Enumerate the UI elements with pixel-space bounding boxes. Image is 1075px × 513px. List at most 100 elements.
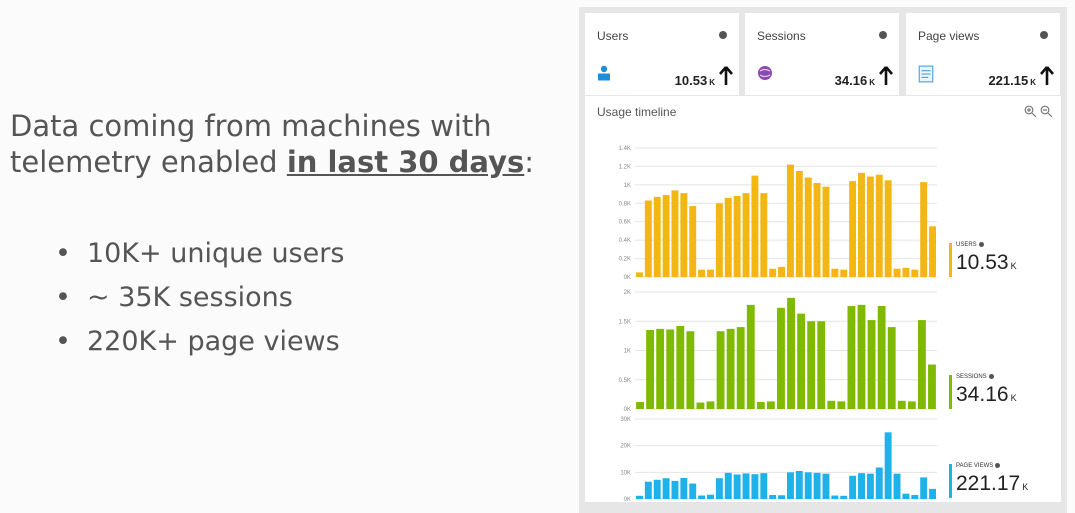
bar-users[interactable] [840, 269, 848, 277]
bar-pageviews[interactable] [840, 495, 848, 499]
bar-users[interactable] [831, 268, 839, 277]
bar-users[interactable] [822, 186, 830, 277]
bar-pageviews[interactable] [715, 478, 723, 499]
bar-sessions[interactable] [766, 401, 775, 409]
bar-users[interactable] [724, 197, 732, 277]
bar-sessions[interactable] [887, 327, 896, 409]
bar-sessions[interactable] [907, 401, 916, 409]
bar-users[interactable] [733, 195, 741, 277]
bar-sessions[interactable] [716, 331, 725, 409]
bar-users[interactable] [680, 193, 688, 277]
info-icon[interactable] [719, 31, 727, 39]
bar-pageviews[interactable] [858, 473, 865, 499]
bar-sessions[interactable] [636, 401, 644, 409]
bar-pageviews[interactable] [804, 472, 812, 499]
bar-pageviews[interactable] [795, 471, 803, 499]
bar-sessions[interactable] [736, 327, 745, 409]
info-icon[interactable] [1040, 31, 1048, 39]
bar-users[interactable] [902, 267, 910, 277]
bar-users[interactable] [875, 174, 883, 277]
info-icon[interactable] [995, 463, 1001, 468]
bar-users[interactable] [849, 181, 857, 277]
bar-pageviews[interactable] [760, 473, 768, 499]
bar-sessions[interactable] [726, 328, 735, 409]
bar-users[interactable] [804, 177, 812, 277]
bar-sessions[interactable] [656, 328, 665, 409]
bar-pageviews[interactable] [813, 472, 821, 499]
bar-users[interactable] [813, 183, 821, 277]
bar-pageviews[interactable] [778, 495, 786, 499]
bar-pageviews[interactable] [866, 473, 874, 499]
bar-users[interactable] [769, 268, 777, 277]
bar-sessions[interactable] [787, 297, 795, 409]
bar-pageviews[interactable] [644, 481, 652, 499]
bar-users[interactable] [689, 206, 697, 277]
bar-sessions[interactable] [857, 304, 866, 409]
bar-sessions[interactable] [827, 400, 836, 409]
bar-pageviews[interactable] [662, 478, 670, 499]
bar-users[interactable] [698, 269, 706, 277]
bar-sessions[interactable] [676, 325, 685, 409]
bar-sessions[interactable] [756, 401, 765, 409]
bar-pageviews[interactable] [769, 495, 777, 499]
bar-pageviews[interactable] [884, 432, 892, 499]
bar-users[interactable] [786, 164, 794, 277]
bar-pageviews[interactable] [920, 477, 928, 499]
bar-users[interactable] [715, 203, 723, 277]
bar-users[interactable] [653, 196, 661, 277]
bar-users[interactable] [635, 272, 643, 277]
bar-pageviews[interactable] [689, 483, 697, 499]
bar-users[interactable] [662, 194, 670, 277]
bar-pageviews[interactable] [849, 475, 857, 499]
bar-sessions[interactable] [837, 401, 846, 409]
bar-pageviews[interactable] [751, 474, 759, 499]
bar-pageviews[interactable] [635, 495, 643, 499]
bar-pageviews[interactable] [929, 488, 937, 499]
info-icon[interactable] [988, 374, 994, 379]
sessions-tile[interactable]: Sessions 34.16 K [745, 13, 899, 95]
bar-sessions[interactable] [867, 320, 876, 409]
bar-sessions[interactable] [686, 331, 695, 409]
pageviews-tile[interactable]: Page views 221.15 K [906, 13, 1060, 95]
bar-sessions[interactable] [877, 306, 886, 409]
bar-users[interactable] [778, 266, 786, 277]
bar-users[interactable] [795, 171, 803, 277]
bar-sessions[interactable] [807, 321, 816, 409]
bar-users[interactable] [866, 176, 874, 277]
bar-pageviews[interactable] [911, 495, 919, 499]
bar-pageviews[interactable] [733, 474, 741, 499]
bar-sessions[interactable] [897, 400, 906, 409]
info-icon[interactable] [978, 242, 984, 247]
bar-users[interactable] [751, 175, 759, 277]
bar-pageviews[interactable] [902, 493, 910, 499]
bar-pageviews[interactable] [680, 477, 688, 499]
bar-sessions[interactable] [746, 304, 755, 409]
bar-users[interactable] [671, 190, 679, 277]
bar-pageviews[interactable] [698, 495, 706, 499]
bar-users[interactable] [920, 182, 928, 277]
bar-pageviews[interactable] [822, 473, 830, 499]
bar-pageviews[interactable] [671, 480, 679, 499]
bar-users[interactable] [893, 268, 901, 277]
bar-users[interactable] [929, 226, 937, 277]
bar-pageviews[interactable] [707, 494, 714, 499]
bar-sessions[interactable] [646, 330, 655, 409]
bar-users[interactable] [644, 200, 652, 277]
bar-sessions[interactable] [696, 402, 705, 409]
bar-users[interactable] [707, 269, 714, 277]
bar-sessions[interactable] [817, 321, 826, 409]
bar-sessions[interactable] [777, 307, 785, 409]
bar-pageviews[interactable] [831, 495, 839, 499]
bar-users[interactable] [911, 269, 919, 277]
bar-users[interactable] [760, 193, 768, 277]
info-icon[interactable] [879, 31, 887, 39]
bar-users[interactable] [884, 180, 892, 277]
bar-pageviews[interactable] [724, 472, 732, 499]
bar-sessions[interactable] [666, 329, 675, 409]
bar-users[interactable] [742, 193, 750, 277]
bar-sessions[interactable] [917, 320, 926, 409]
bar-pageviews[interactable] [786, 472, 794, 499]
bar-sessions[interactable] [928, 364, 936, 409]
bar-sessions[interactable] [706, 401, 715, 409]
bar-sessions[interactable] [847, 306, 856, 409]
